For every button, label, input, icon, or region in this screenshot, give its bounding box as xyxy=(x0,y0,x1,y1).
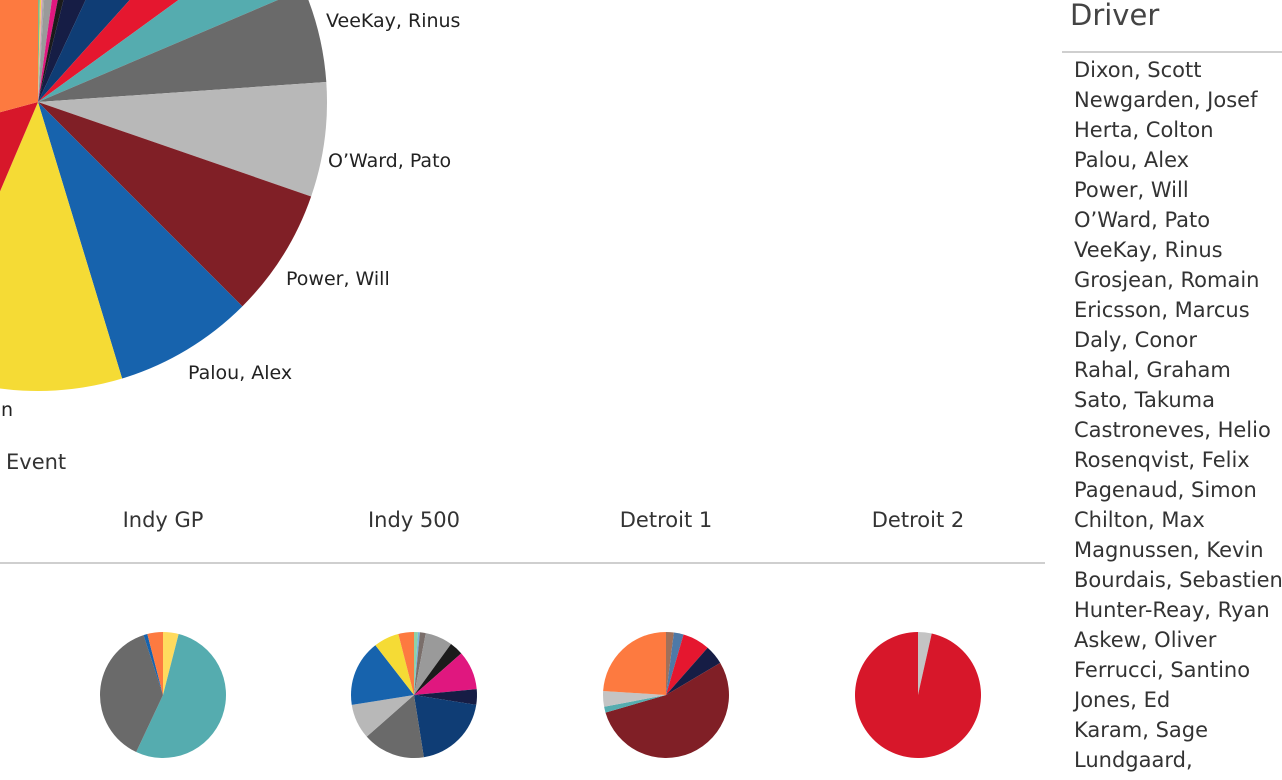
indy-gp-pie xyxy=(100,632,226,758)
legend-item[interactable]: Palou, Alex xyxy=(1074,145,1282,175)
legend-item[interactable]: Daly, Conor xyxy=(1074,325,1282,355)
legend-item[interactable]: Ericsson, Marcus xyxy=(1074,295,1282,325)
slice-label: n xyxy=(1,399,13,421)
event-header-indy-500[interactable]: Indy 500 xyxy=(289,508,539,532)
legend-item[interactable]: Lundgaard, xyxy=(1074,745,1282,775)
pie-charts-area: VeeKay, Rinus O’Ward, Pato Power, Will Palo… xyxy=(0,0,982,759)
detroit-1-pie xyxy=(603,632,730,759)
event-header-detroit-1[interactable]: Detroit 1 xyxy=(541,508,791,532)
header-divider xyxy=(0,562,1045,564)
legend-item[interactable]: Ferrucci, Santino xyxy=(1074,655,1282,685)
driver-legend: Driver Dixon, Scott Newgarden, Josef Herta… xyxy=(1062,0,1282,780)
detroit-1-pie-slice[interactable] xyxy=(603,632,666,695)
event-header-indy-gp[interactable]: Indy GP xyxy=(38,508,288,532)
legend-item[interactable]: Hunter-Reay, Ryan xyxy=(1074,595,1282,625)
legend-item[interactable]: VeeKay, Rinus xyxy=(1074,235,1282,265)
legend-item[interactable]: Askew, Oliver xyxy=(1074,625,1282,655)
legend-item[interactable]: Power, Will xyxy=(1074,175,1282,205)
slice-label: VeeKay, Rinus xyxy=(326,10,460,32)
legend-list: Dixon, Scott Newgarden, Josef Herta, Colto… xyxy=(1074,55,1282,775)
slice-label: Palou, Alex xyxy=(188,362,292,384)
legend-item[interactable]: Karam, Sage xyxy=(1074,715,1282,745)
legend-item[interactable]: Pagenaud, Simon xyxy=(1074,475,1282,505)
event-pies xyxy=(100,632,982,759)
legend-item[interactable]: Sato, Takuma xyxy=(1074,385,1282,415)
legend-item[interactable]: Jones, Ed xyxy=(1074,685,1282,715)
legend-item[interactable]: Magnussen, Kevin xyxy=(1074,535,1282,565)
legend-item[interactable]: Dixon, Scott xyxy=(1074,55,1282,85)
legend-item[interactable]: Rosenqvist, Felix xyxy=(1074,445,1282,475)
legend-item[interactable]: Grosjean, Romain xyxy=(1074,265,1282,295)
legend-title: Driver xyxy=(1070,0,1160,32)
legend-item[interactable]: Rahal, Graham xyxy=(1074,355,1282,385)
legend-item[interactable]: Bourdais, Sebastien xyxy=(1074,565,1282,595)
legend-item[interactable]: O’Ward, Pato xyxy=(1074,205,1282,235)
legend-item[interactable]: Herta, Colton xyxy=(1074,115,1282,145)
slice-label: O’Ward, Pato xyxy=(328,150,451,172)
indy-500-pie-slice[interactable] xyxy=(414,695,477,758)
event-field-label: Event xyxy=(6,450,67,474)
legend-item[interactable]: Castroneves, Helio xyxy=(1074,415,1282,445)
legend-item[interactable]: Chilton, Max xyxy=(1074,505,1282,535)
overall-driver-pie xyxy=(0,0,327,391)
legend-divider xyxy=(1062,51,1282,53)
detroit-2-pie xyxy=(855,632,982,758)
indy-500-pie xyxy=(351,632,477,758)
event-header-detroit-2[interactable]: Detroit 2 xyxy=(793,508,1043,532)
legend-item[interactable]: Newgarden, Josef xyxy=(1074,85,1282,115)
slice-label: Power, Will xyxy=(286,268,390,290)
